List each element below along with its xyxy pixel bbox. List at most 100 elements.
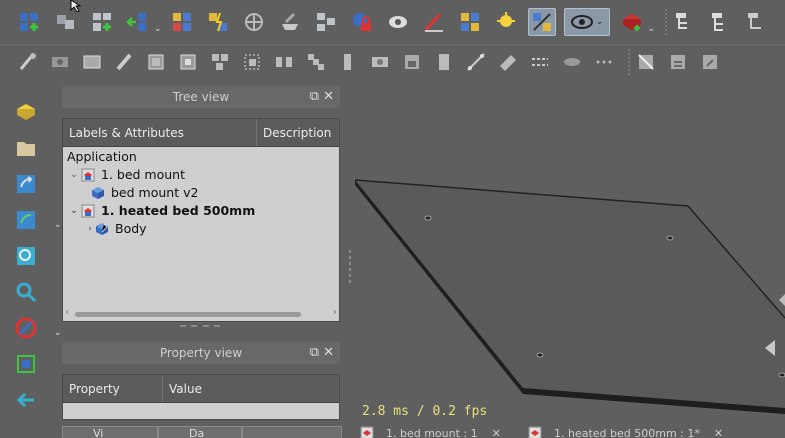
mounting-hole xyxy=(778,372,785,378)
tree-item-body[interactable]: › Body xyxy=(67,220,339,238)
mouse-cursor-icon xyxy=(70,0,82,12)
tree-view-title-text: Tree view xyxy=(172,90,230,104)
column-header-labels[interactable]: Labels & Attributes xyxy=(63,119,257,146)
tree-collapse-icon[interactable] xyxy=(743,8,771,36)
fps-counter: 2.8 ms / 0.2 fps xyxy=(362,404,488,419)
chevron-down-icon[interactable]: ⌄ xyxy=(54,220,62,230)
parts-icon[interactable] xyxy=(168,8,196,36)
export-icon[interactable] xyxy=(698,50,722,74)
tree-root[interactable]: Application xyxy=(67,148,339,166)
document-icon xyxy=(81,204,95,218)
part-icon[interactable] xyxy=(14,98,42,126)
tree-root-label: Application xyxy=(67,149,137,164)
datum-line-icon[interactable] xyxy=(464,50,488,74)
mirror-icon[interactable] xyxy=(272,50,296,74)
tree-item-bed-mount-v2[interactable]: bed mount v2 xyxy=(67,184,339,202)
scroll-right-icon[interactable]: › xyxy=(333,307,337,318)
chevron-down-icon[interactable]: ⌄ xyxy=(154,24,162,34)
more-icon[interactable] xyxy=(592,50,616,74)
float-icon[interactable]: ⧉ xyxy=(310,89,323,104)
lock-icon[interactable] xyxy=(348,8,376,36)
pocket-icon[interactable] xyxy=(112,50,136,74)
float-icon[interactable]: ⧉ xyxy=(310,345,323,360)
chevron-down-icon[interactable]: ⌄ xyxy=(648,24,656,34)
eye-icon[interactable]: ⌄ xyxy=(563,8,610,36)
tool-icon[interactable] xyxy=(16,50,40,74)
tree-item-label: bed mount v2 xyxy=(111,185,199,200)
boolean-icon[interactable] xyxy=(432,50,456,74)
sketch-icon[interactable] xyxy=(420,8,448,36)
thickness-icon[interactable] xyxy=(240,50,264,74)
close-icon[interactable]: ✕ xyxy=(714,427,723,438)
close-icon[interactable]: ✕ xyxy=(323,89,338,104)
bom-icon[interactable] xyxy=(312,8,340,36)
assembly-icon[interactable] xyxy=(88,8,116,36)
tab-view[interactable]: Vi xyxy=(62,426,158,438)
folder-icon[interactable] xyxy=(14,134,42,162)
measure-icon[interactable] xyxy=(276,8,304,36)
linear-pattern-icon[interactable] xyxy=(304,50,328,74)
scrollbar-thumb[interactable] xyxy=(75,312,301,317)
sub-shape-binder-icon[interactable] xyxy=(528,50,552,74)
constraints-icon[interactable] xyxy=(204,8,232,36)
tab-data[interactable]: Da xyxy=(158,426,242,438)
tree-item-label: Body xyxy=(115,221,147,236)
cross-section-icon[interactable] xyxy=(634,50,658,74)
column-header-description[interactable]: Description xyxy=(257,119,339,146)
panel-splitter[interactable] xyxy=(180,325,220,331)
property-view-title-text: Property view xyxy=(159,346,243,360)
back-arrow-icon[interactable] xyxy=(14,386,42,414)
tree-item-heated-bed[interactable]: ⌄ 1. heated bed 500mm xyxy=(67,202,339,220)
chevron-down-icon[interactable]: ⌄ xyxy=(54,328,62,338)
bounding-box-icon[interactable] xyxy=(14,350,42,378)
tree-icon[interactable] xyxy=(671,8,699,36)
link-actions-icon[interactable]: ⌄ xyxy=(14,206,62,234)
tab-doc-bed-mount[interactable]: 1. bed mount : 1 ✕ xyxy=(360,426,520,438)
chamfer-icon[interactable] xyxy=(176,50,200,74)
link-icon[interactable] xyxy=(14,170,42,198)
tab-doc-heated-bed[interactable]: 1. heated bed 500mm : 1* ✕ xyxy=(528,426,785,438)
chevron-right-icon[interactable]: › xyxy=(85,220,95,238)
mounting-hole xyxy=(424,215,432,221)
scale-icon[interactable] xyxy=(400,50,424,74)
multitransform-icon[interactable] xyxy=(368,50,392,74)
body-icon xyxy=(92,187,104,199)
close-icon[interactable]: ✕ xyxy=(323,345,338,360)
column-header-property[interactable]: Property xyxy=(63,375,163,402)
pad-icon[interactable] xyxy=(80,50,104,74)
section-icon[interactable] xyxy=(666,50,690,74)
light-icon[interactable] xyxy=(492,8,520,36)
horizontal-scrollbar[interactable]: ‹ › xyxy=(63,307,339,321)
no-draw-icon[interactable]: ⌄ xyxy=(14,314,62,342)
fillet-icon[interactable] xyxy=(144,50,168,74)
document-icon xyxy=(360,426,374,438)
clone-icon[interactable] xyxy=(560,50,584,74)
datum-plane-icon[interactable] xyxy=(496,50,520,74)
tree-expand-icon[interactable] xyxy=(707,8,735,36)
tree-body: Application ⌄ 1. bed mount bed mount v2 … xyxy=(63,147,339,238)
visibility-icon[interactable] xyxy=(384,8,412,36)
joint-icon[interactable] xyxy=(240,8,268,36)
new-part-icon[interactable] xyxy=(16,8,44,36)
zoom-icon[interactable] xyxy=(14,278,42,306)
document-icon xyxy=(81,168,95,182)
scroll-left-icon[interactable]: ‹ xyxy=(65,307,69,318)
selection-filter-icon[interactable] xyxy=(527,8,556,36)
column-header-value[interactable]: Value xyxy=(163,375,339,402)
hole-icon[interactable] xyxy=(48,50,72,74)
expand-toggle-icon[interactable]: ⌄ xyxy=(67,202,81,220)
move-icon[interactable] xyxy=(124,8,152,36)
tree-view-panel: Labels & Attributes Description Applicat… xyxy=(62,118,340,322)
expand-toggle-icon[interactable]: ⌄ xyxy=(67,166,81,184)
group-icon[interactable] xyxy=(456,8,484,36)
tab-spacer xyxy=(242,426,342,438)
tree-item-bed-mount[interactable]: ⌄ 1. bed mount xyxy=(67,166,339,184)
copy-icon[interactable] xyxy=(52,8,80,36)
polar-pattern-icon[interactable] xyxy=(336,50,360,74)
close-icon[interactable]: ✕ xyxy=(492,427,501,438)
view-fit-icon[interactable] xyxy=(14,242,42,270)
draft-icon[interactable] xyxy=(208,50,232,74)
tab-label: 1. heated bed 500mm : 1* xyxy=(554,426,700,438)
3d-viewport[interactable] xyxy=(345,78,785,438)
add-body-icon[interactable] xyxy=(618,8,646,36)
